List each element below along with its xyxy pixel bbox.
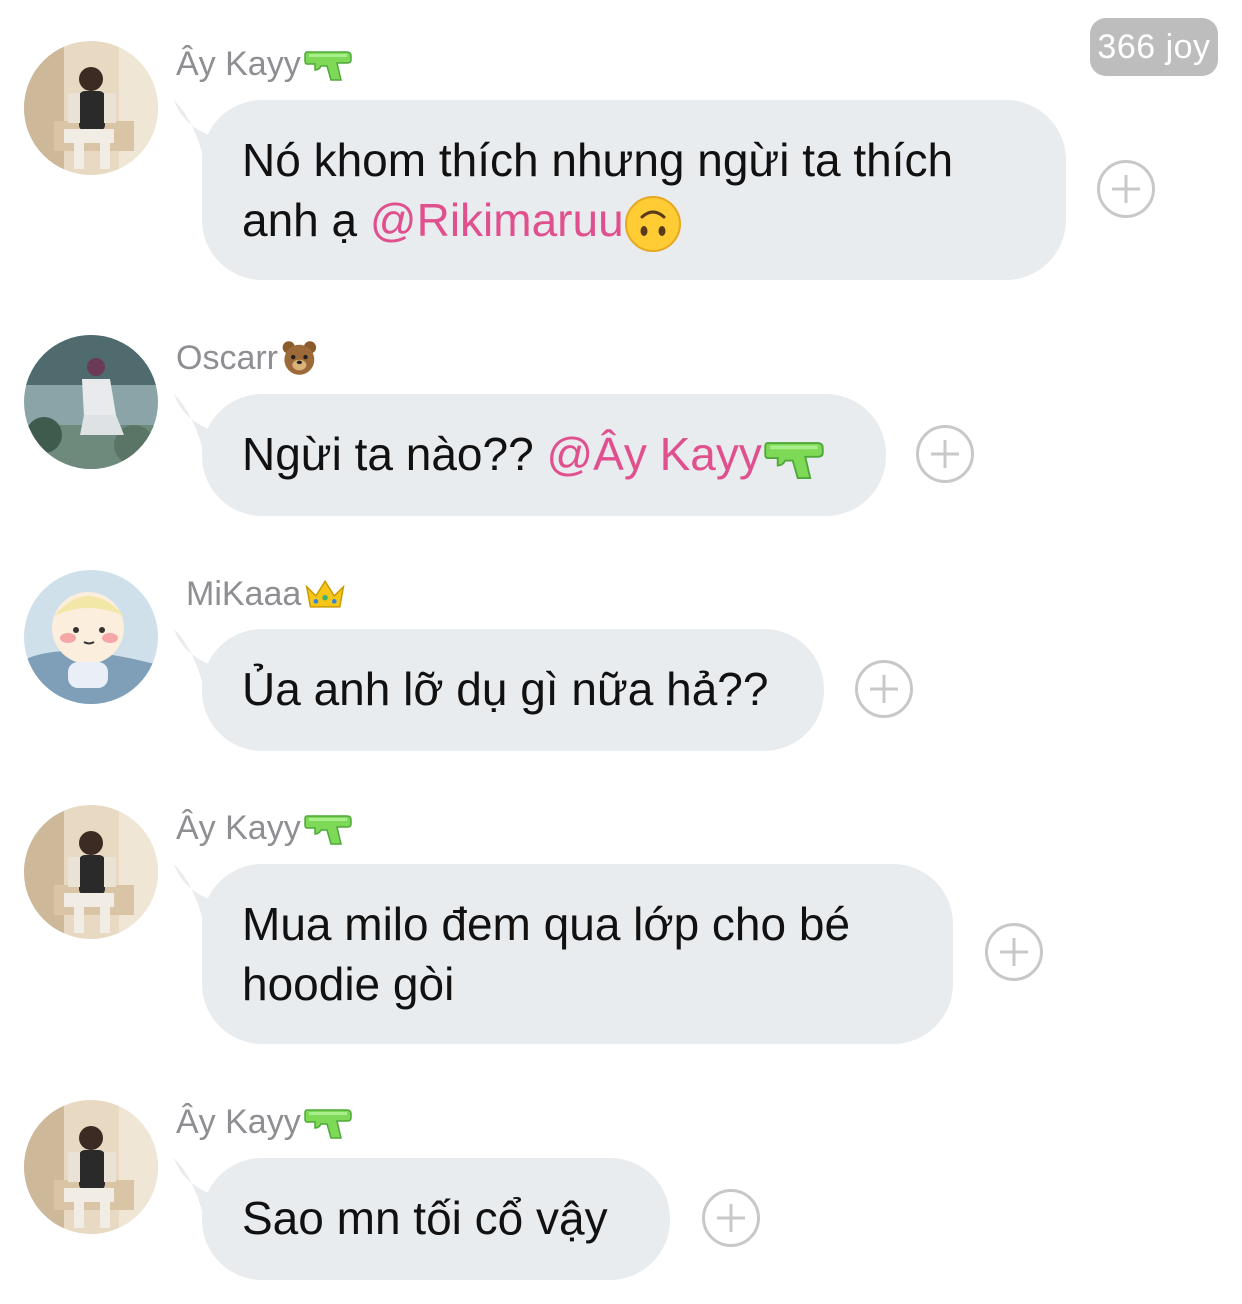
sender-name: Ây Kayy — [176, 42, 353, 86]
bear-face-icon — [282, 341, 317, 375]
message-bubble[interactable]: Mua milo đem qua lớp cho bé hoodie gòi — [202, 864, 953, 1044]
sender-label: Ây Kayy — [176, 1102, 301, 1141]
sender-label: Ây Kayy — [176, 44, 301, 83]
message-text: Sao mn tối cổ vậy — [242, 1192, 608, 1244]
upside-down-face-icon — [624, 195, 681, 252]
add-reaction-button[interactable] — [702, 1189, 760, 1247]
sender-label: Ây Kayy — [176, 808, 301, 847]
message-bubble[interactable]: Sao mn tối cổ vậy — [202, 1158, 670, 1280]
user-mention[interactable]: @Ây Kayy — [546, 428, 761, 480]
user-mention[interactable]: @Rikimaruu — [370, 194, 624, 246]
add-reaction-button[interactable] — [855, 660, 913, 718]
water-pistol-icon — [303, 1109, 352, 1139]
message-bubble[interactable]: Nó khom thích nhưng ngừi ta thích anh ạ … — [202, 100, 1066, 280]
joy-counter-badge: 366 joy — [1090, 18, 1218, 76]
avatar[interactable] — [24, 41, 158, 175]
add-reaction-button[interactable] — [985, 923, 1043, 981]
sender-name: Ây Kayy — [176, 806, 353, 850]
message-text: Mua milo đem qua lớp cho bé hoodie gòi — [242, 898, 851, 1010]
sender-name: Ây Kayy — [176, 1100, 353, 1144]
water-pistol-icon — [303, 815, 352, 845]
avatar[interactable] — [24, 335, 158, 469]
water-pistol-icon — [764, 441, 824, 479]
message-bubble[interactable]: Ngừi ta nào?? @Ây Kayy — [202, 394, 886, 516]
crown-icon — [305, 579, 345, 608]
message-text: Ủa anh lỡ dụ gì nữa hả?? — [242, 663, 769, 715]
sender-label: MiKaaa — [186, 574, 302, 613]
avatar[interactable] — [24, 570, 158, 704]
sender-name: MiKaaa — [186, 572, 349, 616]
add-reaction-button[interactable] — [1097, 160, 1155, 218]
message-text: Ngừi ta nào?? — [242, 428, 534, 480]
water-pistol-icon — [303, 51, 352, 81]
avatar[interactable] — [24, 1100, 158, 1234]
sender-name: Oscarr — [176, 336, 324, 380]
avatar[interactable] — [24, 805, 158, 939]
sender-label: Oscarr — [176, 338, 278, 377]
add-reaction-button[interactable] — [916, 425, 974, 483]
message-bubble[interactable]: Ủa anh lỡ dụ gì nữa hả?? — [202, 629, 824, 751]
